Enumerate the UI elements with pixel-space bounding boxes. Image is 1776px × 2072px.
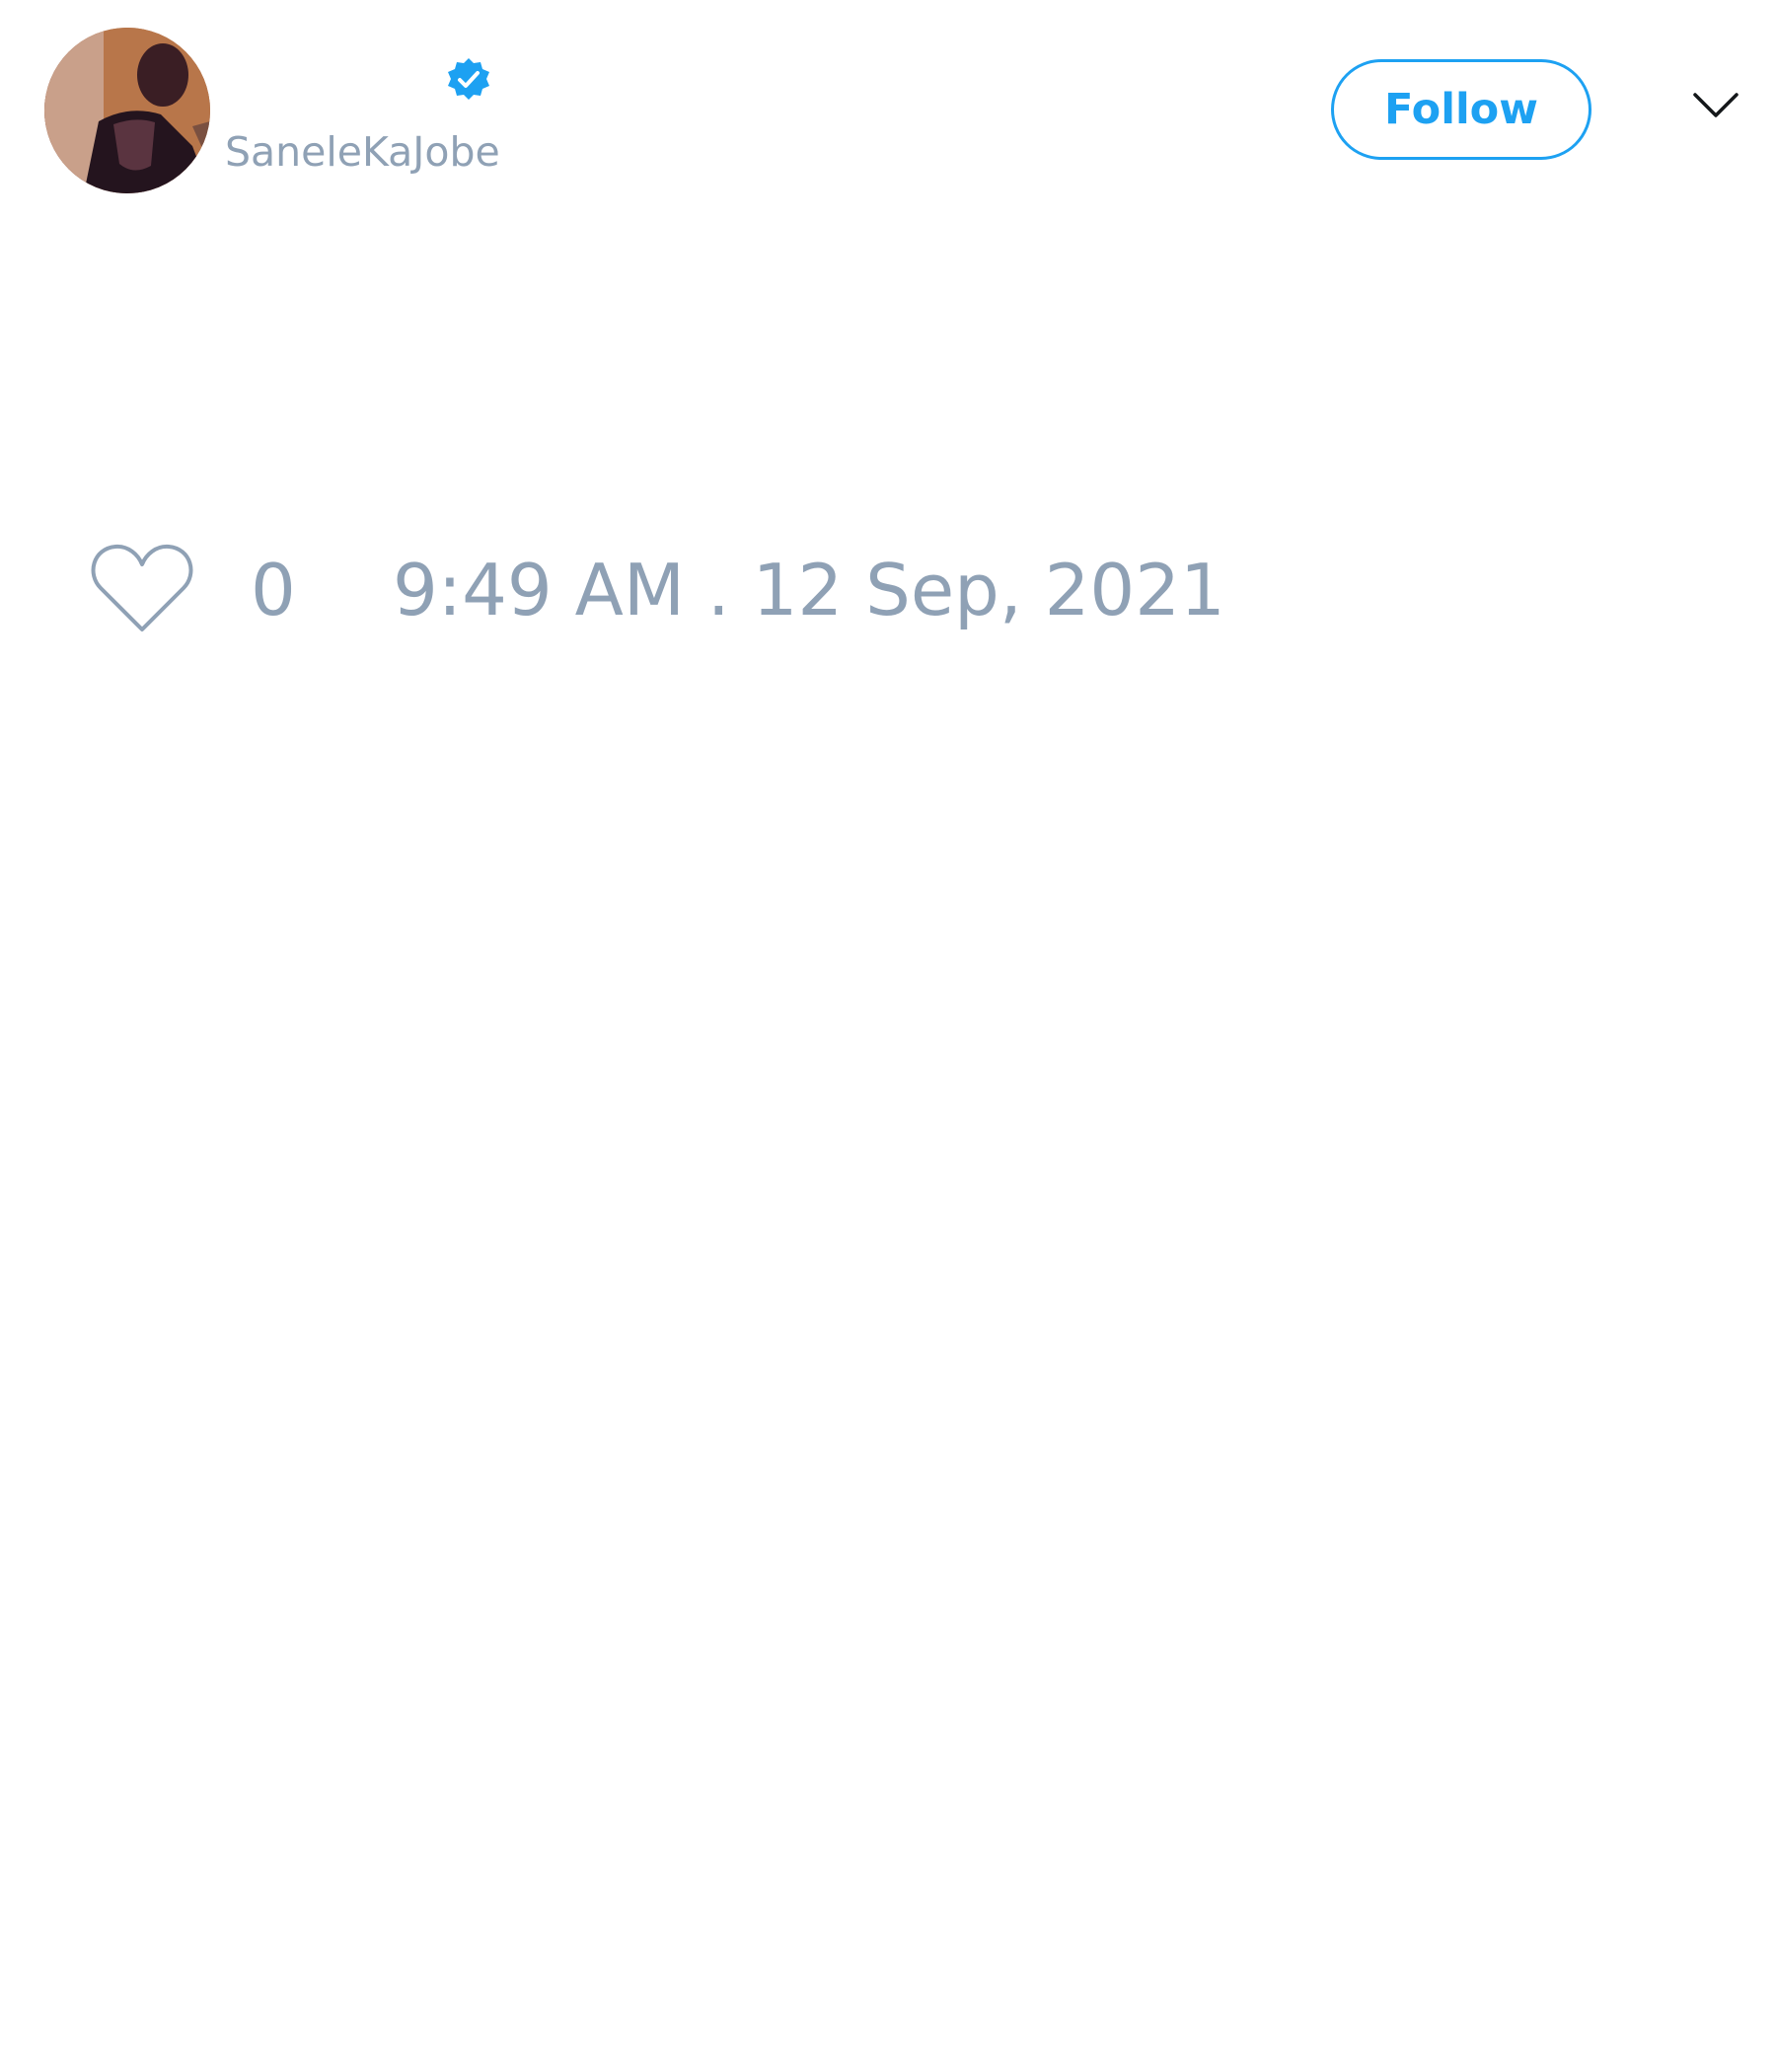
chevron-down-icon[interactable] [1691,89,1740,122]
verified-badge-icon [448,58,489,100]
heart-icon[interactable] [89,541,195,635]
tweet-timestamp[interactable]: 9:49 AM . 12 Sep, 2021 [393,546,1225,634]
like-count: 0 [251,549,296,631]
author-handle[interactable]: SaneleKaJobe [225,126,500,178]
follow-button[interactable]: Follow [1331,59,1591,160]
avatar-image [44,28,210,193]
avatar[interactable] [44,28,210,193]
tweet-card: SaneleKaJobe Follow 0 9:49 AM . 12 Sep, … [0,0,1776,2072]
